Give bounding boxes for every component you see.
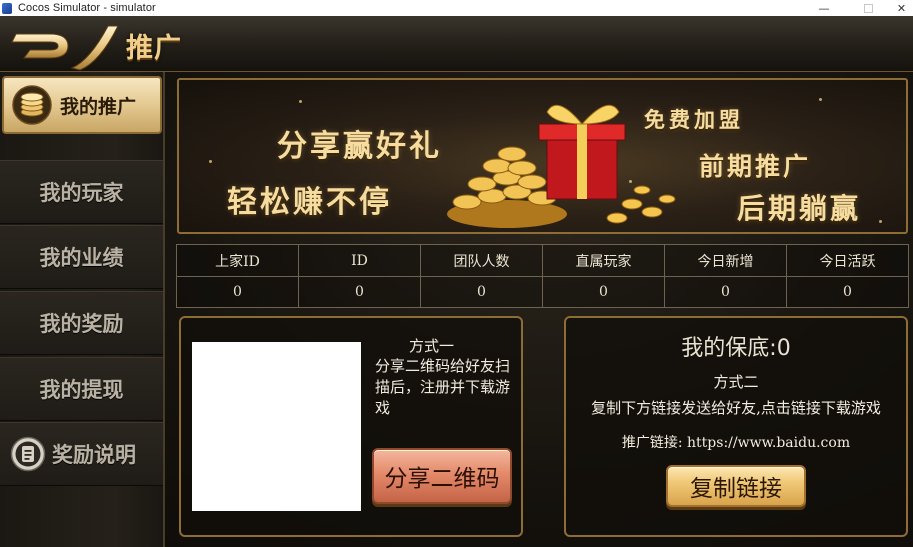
close-button[interactable]: ✕: [890, 0, 913, 16]
method-one-panel: 方式一 分享二维码给好友扫描后，注册并下载游戏 分享二维码: [179, 316, 523, 537]
stats-header-cell: 上家ID: [177, 245, 299, 276]
game-canvas: 推广 我的推广 我的玩家 我的业绩 我的奖励 我的提现 奖励说明 分享赢好礼 轻…: [0, 16, 913, 547]
stats-header-row: 上家ID ID 团队人数 直属玩家 今日新增 今日活跃: [177, 245, 908, 276]
sidebar-item-label: 我的奖励: [39, 312, 124, 336]
stats-value-cell: 0: [421, 277, 543, 307]
banner-line-early-promo: 前期推广: [699, 152, 812, 181]
sidebar-item-label: 我的业绩: [39, 246, 124, 270]
minimize-button[interactable]: —: [802, 0, 846, 16]
banner-line-free-join: 免费加盟: [644, 108, 744, 132]
method-two-panel: 我的保底:0 方式二 复制下方链接发送给好友,点击链接下载游戏 推广链接: ht…: [564, 316, 908, 537]
gift-box-icon: [447, 104, 676, 228]
coin-stack-icon: [12, 85, 52, 125]
sidebar-item-reward-info[interactable]: 奖励说明: [0, 422, 163, 486]
stats-header-cell: ID: [299, 245, 421, 276]
share-qr-button[interactable]: 分享二维码: [372, 448, 512, 504]
sidebar-item-my-players[interactable]: 我的玩家: [0, 160, 163, 224]
document-icon: [10, 436, 46, 472]
sidebar-item-my-performance[interactable]: 我的业绩: [0, 225, 163, 289]
stats-table: 上家ID ID 团队人数 直属玩家 今日新增 今日活跃 0 0 0 0 0 0: [176, 244, 909, 308]
promo-banner: 分享赢好礼 轻松赚不停 免费加盟 前期推广 后期躺赢: [177, 78, 908, 234]
copy-link-button[interactable]: 复制链接: [666, 465, 806, 507]
header-bar: 推广: [0, 16, 913, 72]
banner-line-earn: 轻松赚不停: [227, 185, 392, 220]
back-arrow-icon: [11, 25, 119, 71]
method-one-description: 分享二维码给好友扫描后，注册并下载游戏: [375, 357, 511, 417]
sidebar-item-my-withdrawal[interactable]: 我的提现: [0, 357, 163, 421]
sidebar-item-label: 我的提现: [39, 378, 124, 402]
sidebar-item-label: 奖励说明: [52, 443, 136, 467]
stats-value-cell: 0: [177, 277, 299, 307]
banner-line-late-win: 后期躺赢: [737, 192, 862, 225]
guarantee-label: 我的保底:0: [681, 336, 791, 361]
method-two-description: 复制下方链接发送给好友,点击链接下载游戏: [591, 399, 881, 417]
stats-header-cell: 今日新增: [665, 245, 787, 276]
sidebar: 我的推广 我的玩家 我的业绩 我的奖励 我的提现 奖励说明: [0, 72, 165, 547]
stats-header-cell: 直属玩家: [543, 245, 665, 276]
window-title: Cocos Simulator - simulator: [18, 2, 156, 14]
stats-header-cell: 今日活跃: [819, 253, 876, 270]
stats-value-cell: 0: [543, 277, 665, 307]
maximize-button[interactable]: [846, 0, 890, 16]
back-button[interactable]: [10, 20, 122, 72]
app-icon: [2, 2, 12, 14]
sidebar-item-my-rewards[interactable]: 我的奖励: [0, 291, 163, 355]
method-one-title: 方式一: [409, 337, 455, 355]
stats-value-cell: 0: [665, 277, 787, 307]
promo-link: 推广链接: https://www.baidu.com: [621, 435, 851, 451]
sidebar-item-label: 我的玩家: [39, 181, 124, 205]
sidebar-item-label: 我的推广: [60, 95, 137, 118]
sidebar-item-my-promotion[interactable]: 我的推广: [2, 76, 162, 134]
stats-header-cell: 团队人数: [421, 245, 543, 276]
method-two-title: 方式二: [713, 373, 759, 391]
stats-value-cell: 0: [299, 277, 421, 307]
page-title: 推广: [126, 33, 182, 64]
stats-value-row: 0 0 0 0 0 0: [177, 276, 908, 307]
window-titlebar: Cocos Simulator - simulator — ✕: [0, 0, 913, 16]
banner-line-share: 分享赢好礼: [277, 129, 442, 164]
stats-value-cell: 0: [843, 284, 852, 300]
qr-code: [192, 342, 361, 511]
